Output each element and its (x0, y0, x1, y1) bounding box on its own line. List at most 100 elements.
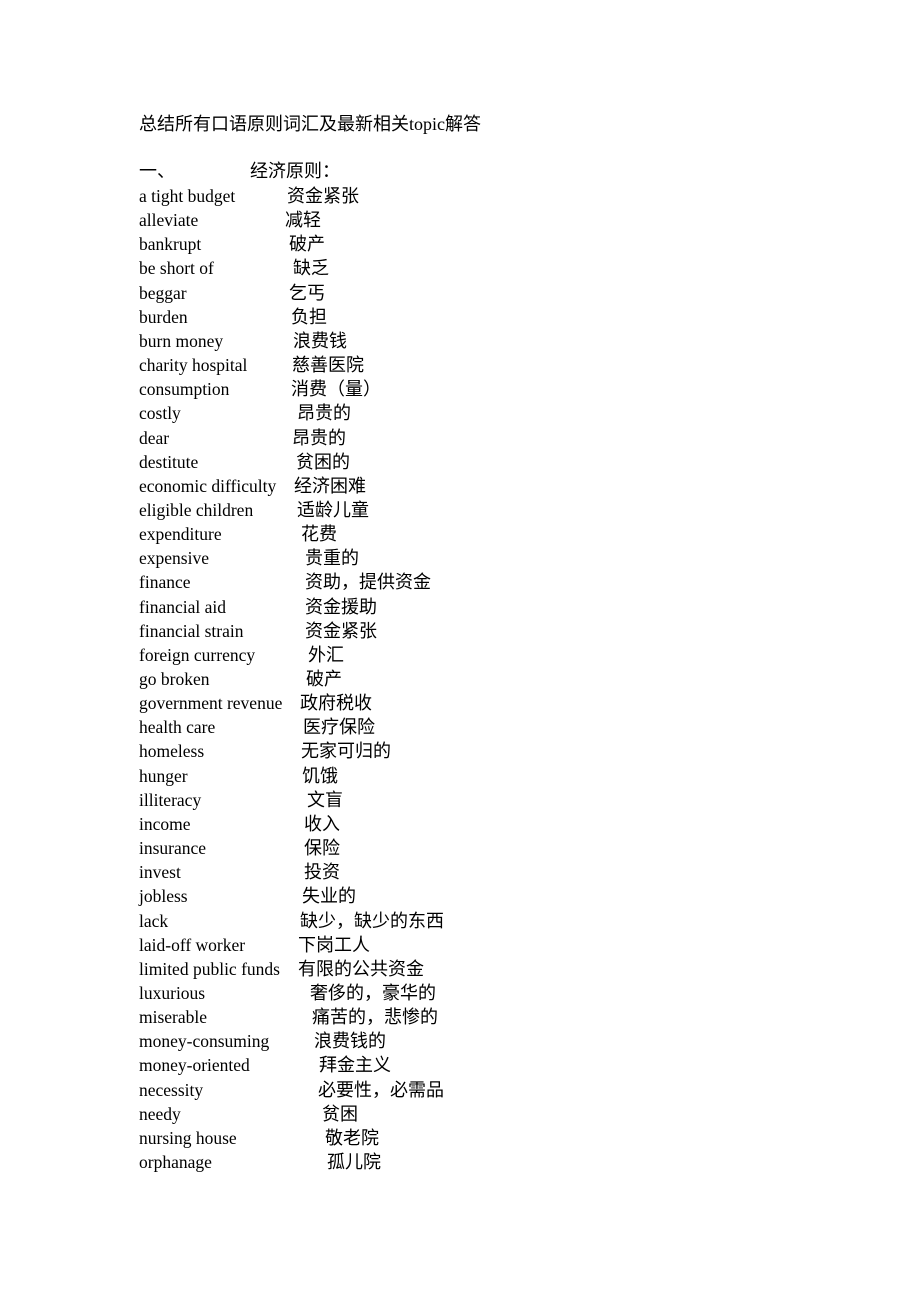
english-term: nursing house (139, 1127, 237, 1148)
english-term: homeless (139, 741, 205, 762)
vocab-entry: hunger 饥饿 (139, 764, 639, 788)
chinese-translation: 政府税收 (300, 693, 372, 714)
chinese-translation: 贵重的 (305, 548, 359, 569)
vocab-entry: limited public funds 有限的公共资金 (139, 957, 639, 981)
vocab-entry: income 收入 (139, 812, 639, 836)
english-term: a tight budget (139, 186, 236, 206)
english-term: limited public funds (139, 958, 280, 979)
english-term: bankrupt (139, 234, 202, 255)
vocab-entry: needy 贫困 (139, 1102, 639, 1126)
chinese-translation: 破产 (289, 234, 325, 255)
vocab-entry: orphanage 孤儿院 (139, 1150, 639, 1174)
chinese-translation: 失业的 (302, 886, 356, 907)
vocab-entry: jobless 失业的 (139, 884, 639, 908)
chinese-translation: 浪费钱的 (314, 1031, 386, 1052)
english-term: burn money (139, 330, 224, 351)
vocab-entry: illiteracy 文盲 (139, 788, 639, 812)
document-title: 总结所有口语原则词汇及最新相关topic解答 (139, 114, 481, 134)
vocab-entry: insurance 保险 (139, 836, 639, 860)
vocab-entry: health care 医疗保险 (139, 715, 639, 739)
chinese-translation: 花费 (301, 524, 337, 545)
chinese-translation: 负担 (291, 306, 327, 327)
vocab-entry: miserable 痛苦的，悲惨的 (139, 1005, 639, 1029)
english-term: insurance (139, 838, 207, 859)
chinese-translation: 减轻 (285, 210, 321, 231)
english-term: invest (139, 862, 181, 883)
chinese-translation: 消费（量） (291, 379, 381, 400)
chinese-translation: 饥饿 (302, 765, 338, 786)
chinese-translation: 有限的公共资金 (298, 958, 424, 979)
chinese-translation: 昂贵的 (297, 403, 351, 424)
chinese-translation: 奢侈的，豪华的 (310, 982, 436, 1003)
vocab-entry: burden 负担 (139, 305, 639, 329)
vocab-entry: lack 缺少，缺少的东西 (139, 909, 639, 933)
vocab-entry: be short of 缺乏 (139, 256, 639, 280)
chinese-translation: 孤儿院 (327, 1152, 381, 1172)
english-term: government revenue (139, 693, 283, 714)
chinese-translation: 贫困的 (296, 451, 350, 472)
english-term: alleviate (139, 210, 199, 231)
chinese-translation: 痛苦的，悲惨的 (312, 1007, 438, 1028)
english-term: charity hospital (139, 355, 248, 376)
english-term: be short of (139, 258, 214, 279)
vocab-entry: government revenue 政府税收 (139, 691, 639, 715)
english-term: costly (139, 403, 181, 424)
chinese-translation: 医疗保险 (303, 717, 375, 738)
vocab-entry: costly 昂贵的 (139, 401, 639, 425)
english-term: economic difficulty (139, 475, 277, 496)
english-term: hunger (139, 765, 188, 786)
chinese-translation: 外汇 (308, 644, 344, 665)
vocab-entry: luxurious 奢侈的，豪华的 (139, 981, 639, 1005)
english-term: illiteracy (139, 789, 202, 810)
chinese-translation: 乞丐 (289, 282, 325, 303)
vocab-entry: eligible children 适龄儿童 (139, 498, 639, 522)
english-term: luxurious (139, 982, 206, 1003)
document-page: 总结所有口语原则词汇及最新相关topic解答 一、 经济原则： a tight … (0, 0, 920, 1302)
chinese-translation: 投资 (304, 862, 340, 883)
english-term: miserable (139, 1007, 208, 1028)
vocab-entry: finance 资助，提供资金 (139, 570, 639, 594)
english-term: expenditure (139, 524, 222, 545)
english-term: beggar (139, 282, 187, 303)
english-term: consumption (139, 379, 230, 400)
vocab-entry: expenditure 花费 (139, 522, 639, 546)
english-term: income (139, 813, 191, 834)
chinese-translation: 浪费钱 (293, 330, 347, 351)
english-term: money-oriented (139, 1055, 250, 1076)
chinese-translation: 保险 (304, 838, 340, 859)
english-term: go broken (139, 669, 210, 689)
vocab-entry: destitute 贫困的 (139, 450, 639, 474)
vocab-entry: nursing house 敬老院 (139, 1126, 639, 1150)
vocab-entry: homeless 无家可归的 (139, 739, 639, 763)
english-term: burden (139, 306, 188, 327)
chinese-translation: 资金援助 (305, 596, 377, 617)
chinese-translation: 适龄儿童 (297, 499, 369, 520)
vocab-entry: invest 投资 (139, 860, 639, 884)
chinese-translation: 资助，提供资金 (305, 572, 431, 593)
vocab-entry: expensive 贵重的 (139, 546, 639, 570)
english-term: necessity (139, 1079, 204, 1100)
chinese-translation: 昂贵的 (292, 427, 346, 448)
vocab-entry: laid-off worker 下岗工人 (139, 933, 639, 957)
chinese-translation: 无家可归的 (301, 741, 391, 762)
chinese-translation: 文盲 (307, 789, 343, 810)
chinese-translation: 必要性，必需品 (318, 1079, 444, 1100)
chinese-translation: 拜金主义 (319, 1055, 391, 1076)
vocab-entry: bankrupt 破产 (139, 232, 639, 256)
english-term: financial strain (139, 620, 244, 641)
vocab-entry: financial strain 资金紧张 (139, 619, 639, 643)
chinese-translation: 收入 (304, 813, 340, 834)
english-term: lack (139, 910, 169, 931)
vocab-entry: consumption 消费（量） (139, 377, 639, 401)
chinese-translation: 敬老院 (325, 1127, 379, 1148)
vocab-entry: charity hospital 慈善医院 (139, 353, 639, 377)
chinese-translation: 资金紧张 (287, 186, 359, 206)
chinese-translation: 资金紧张 (305, 620, 377, 641)
chinese-translation: 下岗工人 (298, 934, 370, 955)
english-term: financial aid (139, 596, 226, 617)
vocab-entry: foreign currency 外汇 (139, 643, 639, 667)
english-term: finance (139, 572, 191, 593)
chinese-translation: 缺少，缺少的东西 (300, 910, 444, 931)
chinese-translation: 缺乏 (293, 258, 329, 279)
section-name: 经济原则： (250, 161, 340, 181)
